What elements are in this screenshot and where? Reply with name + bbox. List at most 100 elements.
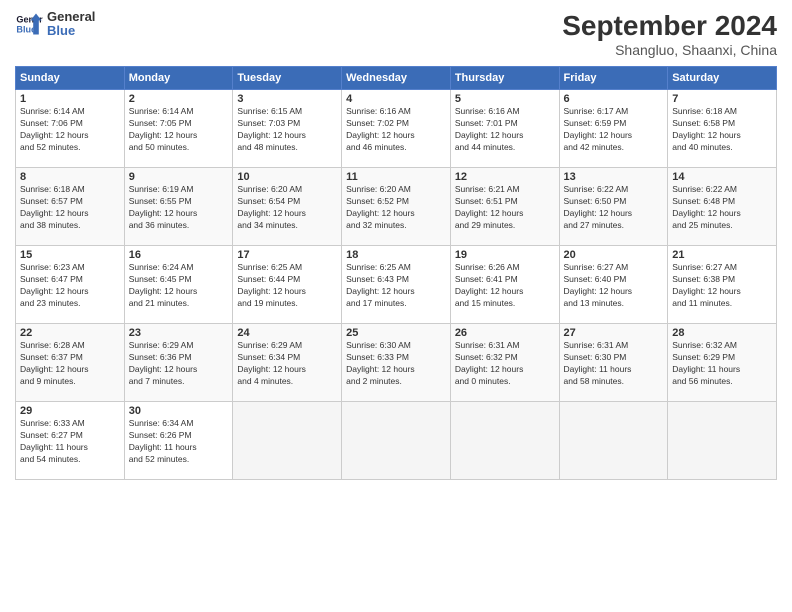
day-info-line: and 13 minutes. (564, 298, 664, 310)
weekday-header-friday: Friday (559, 67, 668, 90)
logo-line2: Blue (47, 24, 95, 38)
day-info-line: Sunset: 7:03 PM (237, 118, 337, 130)
day-info-line: Sunset: 7:02 PM (346, 118, 446, 130)
day-number: 21 (672, 249, 772, 261)
day-info-line: Sunset: 6:29 PM (672, 352, 772, 364)
calendar-cell (342, 402, 451, 480)
day-info-line: Daylight: 12 hours (20, 286, 120, 298)
week-row-1: 1Sunrise: 6:14 AMSunset: 7:06 PMDaylight… (16, 90, 777, 168)
week-row-4: 22Sunrise: 6:28 AMSunset: 6:37 PMDayligh… (16, 324, 777, 402)
day-info-line: Daylight: 12 hours (672, 208, 772, 220)
day-number: 18 (346, 249, 446, 261)
day-info-line: Sunset: 6:33 PM (346, 352, 446, 364)
day-info-line: Sunrise: 6:30 AM (346, 340, 446, 352)
calendar-cell: 1Sunrise: 6:14 AMSunset: 7:06 PMDaylight… (16, 90, 125, 168)
day-info-line: Daylight: 12 hours (129, 208, 229, 220)
day-info-line: Daylight: 12 hours (129, 286, 229, 298)
calendar-cell: 16Sunrise: 6:24 AMSunset: 6:45 PMDayligh… (124, 246, 233, 324)
day-info-line: Daylight: 11 hours (672, 364, 772, 376)
day-info-line: Daylight: 12 hours (346, 208, 446, 220)
day-info-line: and 42 minutes. (564, 142, 664, 154)
calendar-cell: 10Sunrise: 6:20 AMSunset: 6:54 PMDayligh… (233, 168, 342, 246)
day-info-line: and 9 minutes. (20, 376, 120, 388)
day-info-line: Sunset: 6:41 PM (455, 274, 555, 286)
day-info-line: and 44 minutes. (455, 142, 555, 154)
day-number: 13 (564, 171, 664, 183)
weekday-header-monday: Monday (124, 67, 233, 90)
day-info-line: Daylight: 12 hours (455, 208, 555, 220)
day-info-line: Sunrise: 6:29 AM (129, 340, 229, 352)
day-number: 4 (346, 93, 446, 105)
day-number: 28 (672, 327, 772, 339)
day-info-line: and 48 minutes. (237, 142, 337, 154)
calendar-cell: 25Sunrise: 6:30 AMSunset: 6:33 PMDayligh… (342, 324, 451, 402)
day-info-line: and 2 minutes. (346, 376, 446, 388)
calendar-cell: 17Sunrise: 6:25 AMSunset: 6:44 PMDayligh… (233, 246, 342, 324)
day-info-line: Sunset: 6:45 PM (129, 274, 229, 286)
day-info-line: Daylight: 12 hours (564, 286, 664, 298)
calendar-cell: 20Sunrise: 6:27 AMSunset: 6:40 PMDayligh… (559, 246, 668, 324)
day-number: 29 (20, 405, 120, 417)
day-info-line: Sunrise: 6:22 AM (564, 184, 664, 196)
day-info-line: and 4 minutes. (237, 376, 337, 388)
day-info-line: Sunset: 6:44 PM (237, 274, 337, 286)
day-info-line: and 29 minutes. (455, 220, 555, 232)
calendar-cell: 3Sunrise: 6:15 AMSunset: 7:03 PMDaylight… (233, 90, 342, 168)
day-number: 26 (455, 327, 555, 339)
day-info-line: Sunrise: 6:14 AM (20, 106, 120, 118)
week-row-3: 15Sunrise: 6:23 AMSunset: 6:47 PMDayligh… (16, 246, 777, 324)
weekday-header-tuesday: Tuesday (233, 67, 342, 90)
day-info-line: and 58 minutes. (564, 376, 664, 388)
day-info-line: Sunset: 7:01 PM (455, 118, 555, 130)
day-info-line: and 19 minutes. (237, 298, 337, 310)
calendar-cell: 28Sunrise: 6:32 AMSunset: 6:29 PMDayligh… (668, 324, 777, 402)
day-info-line: Sunrise: 6:18 AM (20, 184, 120, 196)
day-number: 3 (237, 93, 337, 105)
day-info-line: and 23 minutes. (20, 298, 120, 310)
calendar-cell: 6Sunrise: 6:17 AMSunset: 6:59 PMDaylight… (559, 90, 668, 168)
day-info-line: Sunset: 6:36 PM (129, 352, 229, 364)
day-info-line: Sunset: 6:54 PM (237, 196, 337, 208)
day-info-line: Daylight: 12 hours (346, 286, 446, 298)
day-info-line: Sunrise: 6:18 AM (672, 106, 772, 118)
weekday-header-wednesday: Wednesday (342, 67, 451, 90)
day-number: 1 (20, 93, 120, 105)
calendar-cell: 18Sunrise: 6:25 AMSunset: 6:43 PMDayligh… (342, 246, 451, 324)
day-info-line: Daylight: 12 hours (455, 286, 555, 298)
day-number: 9 (129, 171, 229, 183)
day-info-line: Daylight: 12 hours (129, 364, 229, 376)
calendar-cell: 15Sunrise: 6:23 AMSunset: 6:47 PMDayligh… (16, 246, 125, 324)
calendar-cell: 19Sunrise: 6:26 AMSunset: 6:41 PMDayligh… (450, 246, 559, 324)
day-number: 30 (129, 405, 229, 417)
calendar-cell: 2Sunrise: 6:14 AMSunset: 7:05 PMDaylight… (124, 90, 233, 168)
weekday-header-thursday: Thursday (450, 67, 559, 90)
day-number: 27 (564, 327, 664, 339)
day-number: 20 (564, 249, 664, 261)
day-info-line: Daylight: 12 hours (672, 130, 772, 142)
calendar-cell: 12Sunrise: 6:21 AMSunset: 6:51 PMDayligh… (450, 168, 559, 246)
day-info-line: Sunrise: 6:17 AM (564, 106, 664, 118)
day-info-line: and 17 minutes. (346, 298, 446, 310)
day-info-line: Sunrise: 6:15 AM (237, 106, 337, 118)
day-info-line: Daylight: 12 hours (346, 130, 446, 142)
calendar-cell: 26Sunrise: 6:31 AMSunset: 6:32 PMDayligh… (450, 324, 559, 402)
day-info-line: Sunrise: 6:32 AM (672, 340, 772, 352)
calendar-cell: 24Sunrise: 6:29 AMSunset: 6:34 PMDayligh… (233, 324, 342, 402)
calendar-table: SundayMondayTuesdayWednesdayThursdayFrid… (15, 66, 777, 480)
calendar-cell: 29Sunrise: 6:33 AMSunset: 6:27 PMDayligh… (16, 402, 125, 480)
day-info-line: Sunrise: 6:20 AM (346, 184, 446, 196)
day-info-line: Daylight: 12 hours (237, 364, 337, 376)
day-info-line: Daylight: 11 hours (129, 442, 229, 454)
day-info-line: and 54 minutes. (20, 454, 120, 466)
day-info-line: Sunrise: 6:14 AM (129, 106, 229, 118)
day-info-line: Sunrise: 6:16 AM (455, 106, 555, 118)
calendar-container: General Blue General Blue September 2024… (0, 0, 792, 612)
day-info-line: Sunrise: 6:34 AM (129, 418, 229, 430)
day-number: 25 (346, 327, 446, 339)
day-info-line: and 36 minutes. (129, 220, 229, 232)
day-info-line: and 11 minutes. (672, 298, 772, 310)
day-info-line: Sunset: 6:43 PM (346, 274, 446, 286)
week-row-2: 8Sunrise: 6:18 AMSunset: 6:57 PMDaylight… (16, 168, 777, 246)
day-info-line: Sunrise: 6:28 AM (20, 340, 120, 352)
day-info-line: Sunset: 7:05 PM (129, 118, 229, 130)
